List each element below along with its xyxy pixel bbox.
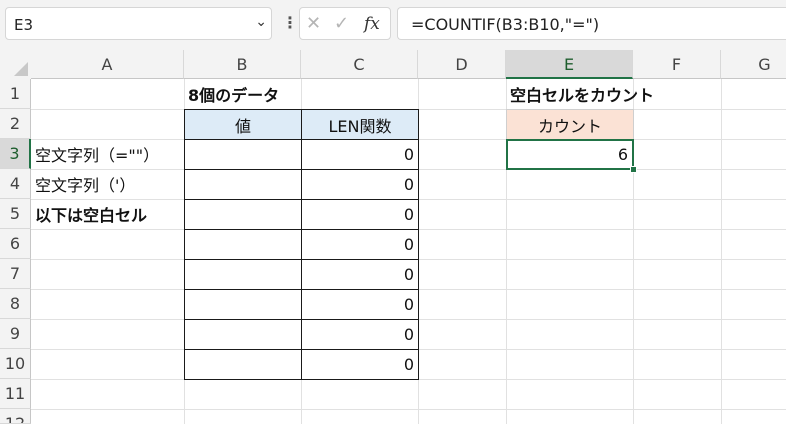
row-header-9[interactable]: 9 [0, 319, 31, 349]
cell-e3-active[interactable]: 6 [506, 139, 634, 170]
cell-a5[interactable]: 以下は空白セル [31, 199, 151, 229]
cell-c7[interactable]: 0 [301, 259, 419, 290]
cell-b8[interactable] [184, 289, 302, 320]
cell-b3[interactable] [184, 139, 302, 170]
row-header-10[interactable]: 10 [0, 349, 31, 379]
cell-e1[interactable]: 空白セルをカウント [506, 79, 658, 109]
cell-c4[interactable]: 0 [301, 169, 419, 200]
cell-c6[interactable]: 0 [301, 229, 419, 260]
row-header-1[interactable]: 1 [0, 79, 31, 109]
column-header-f[interactable]: F [633, 50, 721, 79]
select-all-button[interactable] [0, 50, 31, 79]
formula-text: =COUNTIF(B3:B10,"=") [411, 15, 600, 34]
formula-controls: ✕ ✓ fx [299, 7, 391, 40]
more-options-icon[interactable]: ⋮ [282, 13, 298, 32]
cell-b7[interactable] [184, 259, 302, 290]
row-header-3[interactable]: 3 [0, 139, 31, 169]
row-header-7[interactable]: 7 [0, 259, 31, 289]
name-box-value: E3 [14, 16, 34, 34]
cell-e2[interactable]: カウント [506, 109, 634, 140]
enter-check-icon[interactable]: ✓ [334, 13, 349, 34]
cell-c5[interactable]: 0 [301, 199, 419, 230]
cell-b9[interactable] [184, 319, 302, 350]
row-header-8[interactable]: 8 [0, 289, 31, 319]
cell-b4[interactable] [184, 169, 302, 200]
cell-b10[interactable] [184, 349, 302, 380]
formula-input[interactable]: =COUNTIF(B3:B10,"=") [397, 7, 786, 40]
column-header-b[interactable]: B [184, 50, 301, 79]
row-header-11[interactable]: 11 [0, 379, 31, 409]
cell-b1[interactable]: 8個のデータ [184, 79, 283, 109]
chevron-down-icon[interactable]: ⌄ [255, 14, 267, 30]
column-header-g[interactable]: G [721, 50, 786, 79]
cell-b6[interactable] [184, 229, 302, 260]
column-header-a[interactable]: A [31, 50, 184, 79]
insert-function-icon[interactable]: fx [364, 14, 380, 34]
cancel-icon[interactable]: ✕ [306, 13, 321, 34]
name-box[interactable]: E3 ⌄ [5, 7, 272, 40]
cell-c3[interactable]: 0 [301, 139, 419, 170]
formula-bar: E3 ⌄ ⋮ ✕ ✓ fx =COUNTIF(B3:B10,"=") [0, 0, 786, 50]
cell-c2[interactable]: LEN関数 [301, 109, 419, 140]
row-header-12[interactable]: 12 [0, 409, 31, 424]
cell-c8[interactable]: 0 [301, 289, 419, 320]
worksheet-grid: A B C D E F G 1 2 3 4 5 6 7 8 9 10 11 12… [0, 50, 786, 424]
column-header-e[interactable]: E [506, 50, 633, 79]
cell-a3[interactable]: 空文字列（=""） [31, 139, 163, 169]
row-header-4[interactable]: 4 [0, 169, 31, 199]
column-header-d[interactable]: D [418, 50, 506, 79]
row-header-6[interactable]: 6 [0, 229, 31, 259]
row-header-2[interactable]: 2 [0, 109, 31, 139]
cell-b2[interactable]: 値 [184, 109, 302, 140]
fill-handle[interactable] [630, 166, 637, 173]
cell-c10[interactable]: 0 [301, 349, 419, 380]
cell-b5[interactable] [184, 199, 302, 230]
row-header-5[interactable]: 5 [0, 199, 31, 229]
cell-a4[interactable]: 空文字列（'） [31, 169, 139, 199]
cell-c9[interactable]: 0 [301, 319, 419, 350]
column-header-c[interactable]: C [301, 50, 418, 79]
